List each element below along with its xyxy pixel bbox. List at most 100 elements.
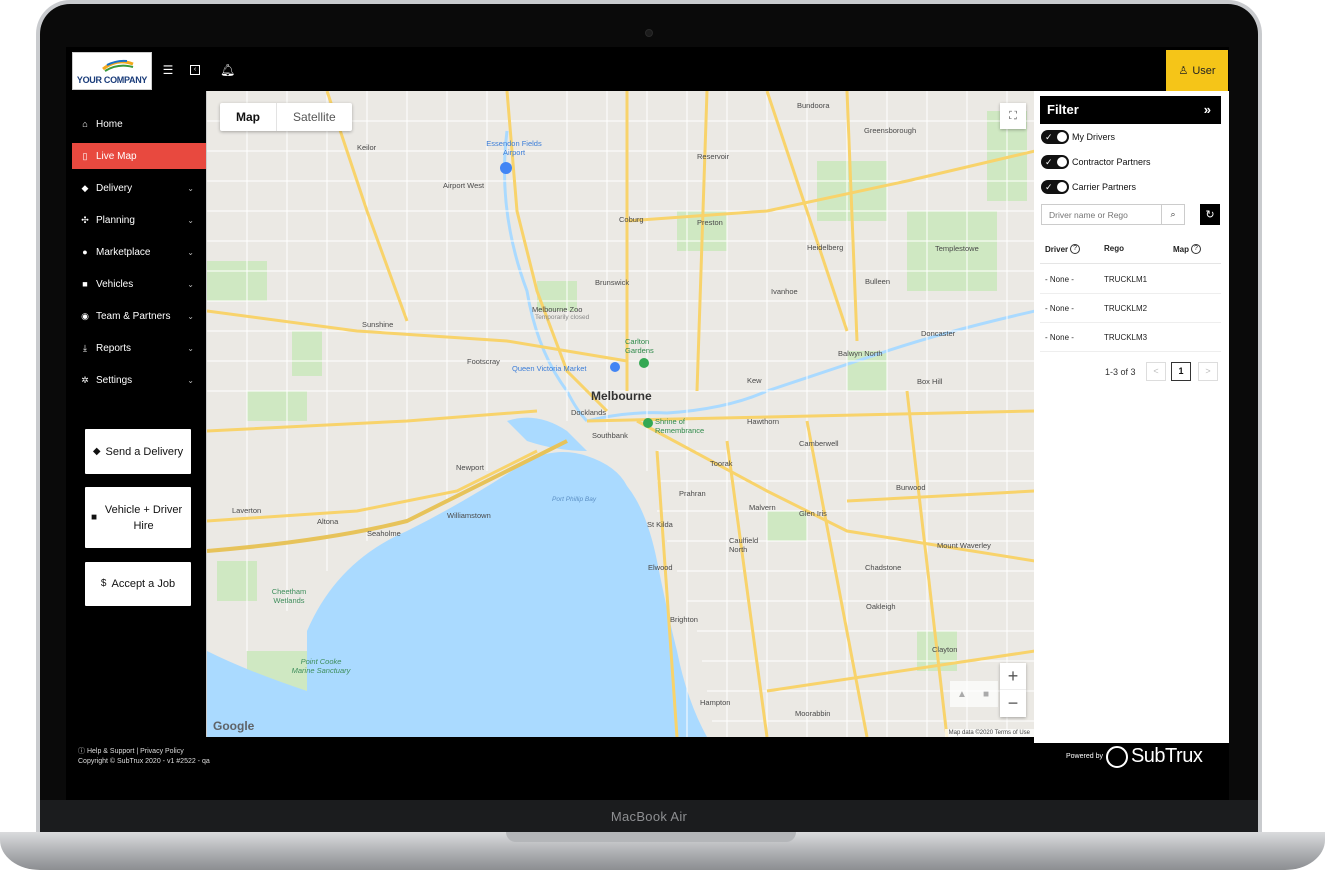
map-label-templestowe: Templestowe — [935, 244, 979, 253]
column-rego[interactable]: Rego — [1104, 244, 1124, 253]
column-map[interactable]: Map ? — [1173, 244, 1201, 254]
map-label-zoo: Melbourne Zoo — [532, 305, 583, 314]
map-label-ivanhoe: Ivanhoe — [771, 287, 798, 296]
map-label-newport: Newport — [456, 463, 484, 472]
sidebar-item-team-partners[interactable]: ◉ Team & Partners ⌄ — [72, 303, 206, 329]
copyright: Copyright © SubTrux 2020 - v1 #2522 - qa — [78, 758, 210, 765]
accept-job-label: Accept a Job — [111, 578, 176, 590]
powered-by: Powered by SubTrux — [1066, 745, 1203, 768]
sidebar-item-label: Marketplace — [96, 246, 151, 258]
live-map[interactable]: Melbourne Essendon Fields Airport Queen … — [206, 91, 1034, 737]
map-label-bundoora: Bundoora — [797, 101, 830, 110]
toggle-switch[interactable]: ✓ — [1041, 130, 1069, 144]
sidebar-item-planning[interactable]: ✣ Planning ⌄ — [72, 207, 206, 233]
toggle-carrier-partners[interactable]: ✓ Carrier Partners — [1041, 179, 1136, 195]
help-icon[interactable]: ? — [1070, 244, 1081, 254]
sidebar-item-label: Home — [96, 118, 123, 130]
powered-by-label: Powered by — [1066, 753, 1103, 760]
sidebar: ⌂ Home ▯ Live Map ◆ Delivery ⌄ ✣ Plannin… — [66, 91, 206, 751]
map-label-shrine: Shrine of Remembrance — [655, 417, 705, 435]
next-page-button[interactable]: > — [1198, 362, 1218, 381]
toggle-my-drivers[interactable]: ✓ My Drivers — [1041, 129, 1115, 145]
table-header-divider — [1040, 263, 1221, 264]
subtrux-logo-icon — [1105, 745, 1128, 768]
toggle-label: My Drivers — [1072, 132, 1115, 142]
map-label-airport-west: Airport West — [443, 181, 485, 190]
sidebar-item-label: Reports — [96, 342, 132, 354]
sidebar-item-live-map[interactable]: ▯ Live Map — [72, 143, 206, 169]
table-row[interactable]: - None - TRUCKLM3 — [1040, 323, 1221, 352]
map-label-point-cooke: Point Cooke Marine Sanctuary — [291, 657, 351, 675]
map-label-box-hill: Box Hill — [917, 377, 943, 386]
map-label-moorabbin: Moorabbin — [795, 709, 831, 718]
chevron-down-icon: ⌄ — [187, 279, 194, 289]
bell-icon[interactable]: 🔔︎ — [220, 63, 235, 77]
table-row[interactable]: - None - TRUCKLM1 — [1040, 265, 1221, 294]
sidebar-item-marketplace[interactable]: ● Marketplace ⌄ — [72, 239, 206, 265]
map-label-sunshine: Sunshine — [362, 320, 394, 329]
user-icon: ♙ — [1178, 65, 1189, 77]
user-menu-button[interactable]: ♙ User — [1166, 50, 1228, 91]
page-1-button[interactable]: 1 — [1171, 362, 1191, 381]
sidebar-item-settings[interactable]: ✲ Settings ⌄ — [72, 367, 206, 393]
map-label-zoo-sub: Temporarily closed — [535, 314, 590, 321]
sidebar-item-delivery[interactable]: ◆ Delivery ⌄ — [72, 175, 206, 201]
help-privacy-link[interactable]: ⓘ Help & Support | Privacy Policy — [78, 747, 210, 757]
column-driver[interactable]: Driver ? — [1045, 244, 1081, 254]
table-row[interactable]: - None - TRUCKLM2 — [1040, 294, 1221, 323]
home-icon: ⌂ — [82, 119, 88, 129]
help-icon[interactable]: ? — [1191, 244, 1201, 254]
pagination-info: 1-3 of 3 — [1105, 367, 1136, 377]
map-attribution[interactable]: Map data ©2020 Terms of Use — [944, 729, 1034, 737]
map-label-balwyn: Balwyn North — [838, 349, 883, 358]
refresh-icon[interactable]: ↻ — [1200, 204, 1220, 225]
chevron-down-icon: ⌄ — [187, 215, 194, 225]
dollar-icon: $ — [100, 578, 107, 589]
collapse-icon[interactable]: ‹ — [190, 65, 200, 75]
toggle-label: Carrier Partners — [1072, 182, 1137, 192]
double-chevron-right-icon[interactable]: » — [1204, 96, 1211, 124]
map-label-malvern: Malvern — [749, 503, 776, 512]
map-label-mount-waverley: Mount Waverley — [937, 541, 991, 550]
filter-panel: Filter » ✓ My Drivers ✓ Contractor Partn… — [1034, 91, 1229, 743]
toggle-switch[interactable]: ✓ — [1041, 180, 1069, 194]
map-label-southbank: Southbank — [592, 431, 628, 440]
prev-page-button[interactable]: < — [1146, 362, 1166, 381]
zoom-out-button[interactable]: − — [1000, 690, 1026, 717]
chevron-down-icon: ⌄ — [187, 311, 194, 321]
laptop-notch — [506, 832, 796, 842]
zoom-in-button[interactable]: + — [1000, 663, 1026, 690]
accept-job-button[interactable]: $ Accept a Job — [85, 562, 191, 606]
sidebar-item-vehicles[interactable]: ■ Vehicles ⌄ — [72, 271, 206, 297]
company-logo[interactable]: YOUR COMPANY — [72, 52, 152, 90]
row-driver: - None - — [1045, 304, 1074, 313]
map-label-doncaster: Doncaster — [921, 329, 956, 338]
sidebar-item-reports[interactable]: ⤓ Reports ⌄ — [72, 335, 206, 361]
chevron-down-icon: ⌄ — [187, 183, 194, 193]
zoom-control: + − — [1000, 663, 1026, 717]
footer-links: ⓘ Help & Support | Privacy Policy Copyri… — [78, 747, 210, 767]
toggle-contractor-partners[interactable]: ✓ Contractor Partners — [1041, 154, 1151, 170]
map-label-melbourne: Melbourne — [591, 389, 652, 403]
search-icon[interactable]: ⌕ — [1161, 204, 1185, 225]
camera-control-icon[interactable]: ■ — [974, 681, 998, 707]
sidebar-item-label: Planning — [96, 214, 135, 226]
vehicle-driver-hire-button[interactable]: ■ Vehicle + Driver Hire — [85, 487, 191, 548]
street-view-icon[interactable]: ▲ — [950, 681, 974, 707]
logo-swoosh-icon — [102, 59, 134, 72]
sidebar-item-home[interactable]: ⌂ Home — [72, 111, 206, 137]
map-label-docklands: Docklands — [571, 408, 607, 417]
laptop-chin: MacBook Air — [40, 800, 1258, 834]
tab-satellite[interactable]: Satellite — [277, 103, 352, 131]
map-label-coburg: Coburg — [619, 215, 644, 224]
tag-icon: ◆ — [81, 182, 89, 193]
toggle-switch[interactable]: ✓ — [1041, 155, 1069, 169]
tab-map[interactable]: Map — [220, 103, 277, 131]
menu-toggle-icon[interactable]: ☰ — [161, 63, 175, 77]
send-delivery-label: Send a Delivery — [105, 445, 184, 458]
logo-text: YOUR COMPANY — [76, 75, 148, 85]
fullscreen-icon[interactable]: ⛶ — [1000, 103, 1026, 129]
send-delivery-button[interactable]: ◆ Send a Delivery — [85, 429, 191, 474]
driver-search-input[interactable] — [1041, 204, 1162, 225]
app-screen: YOUR COMPANY ☰ ‹ 🔔︎ ♙ User ⌂ Home ▯ Live… — [66, 47, 1229, 800]
